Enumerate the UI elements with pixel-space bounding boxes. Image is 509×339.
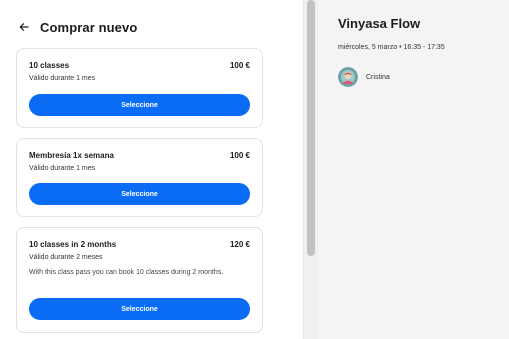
class-datetime: miércoles, 5 marzo • 16:35 - 17:35 bbox=[338, 44, 445, 51]
pass-description: With this class pass you can book 10 cla… bbox=[29, 269, 224, 276]
class-details-panel: Vinyasa Flow miércoles, 5 marzo • 16:35 … bbox=[318, 0, 509, 339]
pass-validity: Válido durante 2 meses bbox=[29, 254, 103, 261]
page-title: Comprar nuevo bbox=[40, 19, 138, 35]
instructor: Cristina bbox=[338, 67, 390, 87]
pass-price: 100 € bbox=[229, 151, 250, 160]
pass-name: 10 classes bbox=[29, 61, 70, 70]
header: Comprar nuevo bbox=[19, 17, 137, 37]
select-button[interactable]: Seleccione bbox=[29, 94, 250, 116]
select-button[interactable]: Seleccione bbox=[29, 183, 250, 205]
pass-price: 120 € bbox=[229, 240, 250, 249]
pass-name: Membresía 1x semana bbox=[29, 151, 114, 160]
pass-validity: Válido durante 1 mes bbox=[29, 75, 96, 82]
pass-card: 10 classes in 2 months 120 € Válido dura… bbox=[16, 227, 263, 333]
arrow-left-icon[interactable] bbox=[19, 21, 31, 33]
purchase-panel: Comprar nuevo 10 classes 100 € Válido du… bbox=[0, 0, 304, 339]
pass-validity: Válido durante 1 mes bbox=[29, 165, 96, 172]
avatar bbox=[338, 67, 358, 87]
scrollbar-thumb[interactable] bbox=[307, 0, 315, 256]
pass-name: 10 classes in 2 months bbox=[29, 240, 117, 249]
instructor-name: Cristina bbox=[366, 73, 390, 81]
class-title: Vinyasa Flow bbox=[338, 16, 421, 31]
select-button[interactable]: Seleccione bbox=[29, 298, 250, 320]
pass-card: Membresía 1x semana 100 € Válido durante… bbox=[16, 138, 263, 217]
pass-price: 100 € bbox=[229, 61, 250, 70]
pass-card: 10 classes 100 € Válido durante 1 mes Se… bbox=[16, 48, 263, 128]
